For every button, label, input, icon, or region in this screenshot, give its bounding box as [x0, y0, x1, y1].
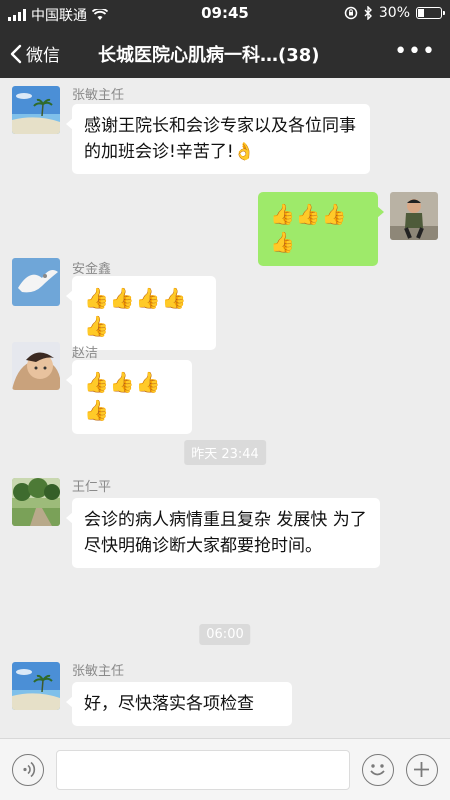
status-bar: 中国联通 09:45 30% — [0, 0, 450, 28]
smiley-icon — [370, 764, 385, 776]
message-item: 赵洁 👍👍👍👍 — [0, 342, 450, 434]
avatar[interactable] — [390, 192, 438, 240]
voice-button[interactable] — [12, 754, 44, 786]
bluetooth-icon — [364, 6, 372, 20]
message-bubble[interactable]: 好，尽快落实各项检查 — [66, 682, 292, 726]
message-input[interactable] — [56, 750, 350, 790]
message-bubble[interactable]: 感谢王院长和会诊专家以及各位同事的加班会诊!辛苦了!👌 — [66, 104, 370, 174]
more-options-button[interactable]: ••• — [394, 39, 436, 64]
message-bubble[interactable]: 会诊的病人病情重且复杂 发展快 为了尽快明确诊断大家都要抢时间。 — [66, 498, 380, 568]
message-bubble[interactable]: 👍👍👍👍👍 — [66, 276, 216, 350]
sender-name: 王仁平 — [72, 480, 112, 495]
message-item: 👍👍👍👍 — [0, 186, 450, 266]
back-label: 微信 — [26, 46, 60, 66]
avatar[interactable] — [12, 342, 60, 390]
message-list[interactable]: 张敏主任 感谢王院长和会诊专家以及各位同事的加班会诊!辛苦了!👌 👍👍👍👍 安金… — [0, 78, 450, 738]
avatar[interactable] — [12, 478, 60, 526]
sender-name: 安金鑫 — [72, 262, 112, 277]
chevron-left-icon — [10, 44, 22, 63]
avatar[interactable] — [12, 86, 60, 134]
message-text: 👍👍👍👍👍 — [84, 286, 188, 338]
sender-name: 赵洁 — [72, 346, 99, 361]
message-item: 张敏主任 好，尽快落实各项检查 — [0, 660, 450, 738]
message-item: 张敏主任 感谢王院长和会诊专家以及各位同事的加班会诊!辛苦了!👌 — [0, 78, 450, 178]
message-text: 👍👍👍👍 — [270, 202, 348, 254]
sender-name: 张敏主任 — [72, 664, 125, 679]
message-item: 安金鑫 👍👍👍👍👍 — [0, 254, 450, 350]
battery-percent: 30% — [378, 5, 410, 21]
chat-title: 长城医院心肌病一科…(38) — [98, 45, 320, 66]
back-button[interactable]: 微信 — [10, 41, 60, 66]
time-divider: 06:00 — [199, 624, 251, 645]
status-right: 30% — [344, 5, 445, 21]
avatar[interactable] — [12, 662, 60, 710]
voice-icon — [23, 761, 36, 778]
message-text: 👍👍👍👍 — [84, 370, 162, 422]
input-bar — [0, 738, 450, 800]
more-functions-button[interactable] — [406, 754, 438, 786]
orientation-lock-icon — [344, 6, 358, 20]
message-bubble[interactable]: 👍👍👍👍 — [66, 360, 192, 434]
emoji-button[interactable] — [362, 754, 394, 786]
battery-fill — [418, 9, 424, 17]
plus-icon — [414, 762, 429, 777]
battery-icon — [416, 7, 445, 19]
message-item: 王仁平 会诊的病人病情重且复杂 发展快 为了尽快明确诊断大家都要抢时间。 — [0, 476, 450, 606]
sender-name: 张敏主任 — [72, 88, 125, 103]
time-divider: 昨天 23:44 — [184, 440, 266, 465]
chat-header: 微信 长城医院心肌病一科…(38) ••• — [0, 28, 450, 78]
avatar[interactable] — [12, 258, 60, 306]
